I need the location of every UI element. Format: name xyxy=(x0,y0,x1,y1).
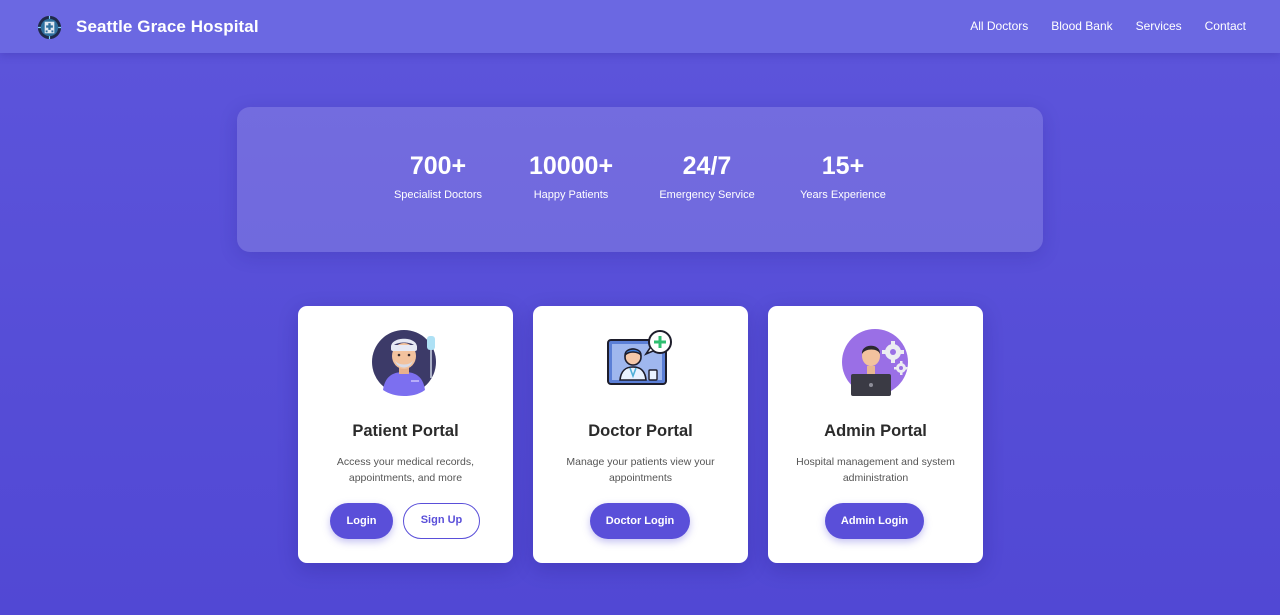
stat-label: Emergency Service xyxy=(659,189,755,201)
nav-services[interactable]: Services xyxy=(1136,19,1182,33)
card-title: Admin Portal xyxy=(824,422,927,440)
navbar: Seattle Grace Hospital All Doctors Blood… xyxy=(0,0,1280,53)
nav-all-doctors[interactable]: All Doctors xyxy=(970,19,1028,33)
stats-panel: 700+ Specialist Doctors 10000+ Happy Pat… xyxy=(237,107,1043,252)
nav-contact[interactable]: Contact xyxy=(1205,19,1246,33)
card-title: Patient Portal xyxy=(352,422,459,440)
doctor-telehealth-icon xyxy=(607,330,672,385)
card-title: Doctor Portal xyxy=(588,422,693,440)
site-title: Seattle Grace Hospital xyxy=(76,17,259,36)
stat-value: 700+ xyxy=(409,152,467,180)
admin-laptop-gears-icon xyxy=(842,329,908,396)
card-description: Access your medical records, appointment… xyxy=(336,456,475,484)
admin-portal-card: Admin Portal Hospital management and sys… xyxy=(768,306,983,563)
hospital-logo-icon xyxy=(37,15,62,39)
admin-login-button[interactable]: Admin Login xyxy=(825,503,924,539)
stat-label: Happy Patients xyxy=(533,189,609,201)
patient-avatar-icon xyxy=(372,330,436,396)
patient-portal-card: Patient Portal Access your medical recor… xyxy=(298,306,513,563)
stat-doctors: 700+ Specialist Doctors xyxy=(363,152,513,201)
doctor-login-button[interactable]: Doctor Login xyxy=(590,503,690,539)
card-description: Manage your patients view your appointme… xyxy=(566,456,715,484)
patient-signup-button[interactable]: Sign Up xyxy=(403,503,480,539)
stat-patients: 10000+ Happy Patients xyxy=(496,152,646,201)
stat-value: 10000+ xyxy=(528,152,614,180)
stat-label: Years Experience xyxy=(800,189,886,201)
stat-emergency: 24/7 Emergency Service xyxy=(632,152,782,201)
stat-experience: 15+ Years Experience xyxy=(768,152,918,201)
main-nav: All Doctors Blood Bank Services Contact xyxy=(947,19,1246,33)
brand[interactable]: Seattle Grace Hospital xyxy=(36,13,259,41)
stat-value: 24/7 xyxy=(682,152,732,180)
patient-login-button[interactable]: Login xyxy=(330,503,393,539)
doctor-portal-card: Doctor Portal Manage your patients view … xyxy=(533,306,748,563)
card-description: Hospital management and system administr… xyxy=(796,456,955,484)
nav-blood-bank[interactable]: Blood Bank xyxy=(1051,19,1112,33)
stat-label: Specialist Doctors xyxy=(393,189,483,201)
stat-value: 15+ xyxy=(821,152,865,180)
